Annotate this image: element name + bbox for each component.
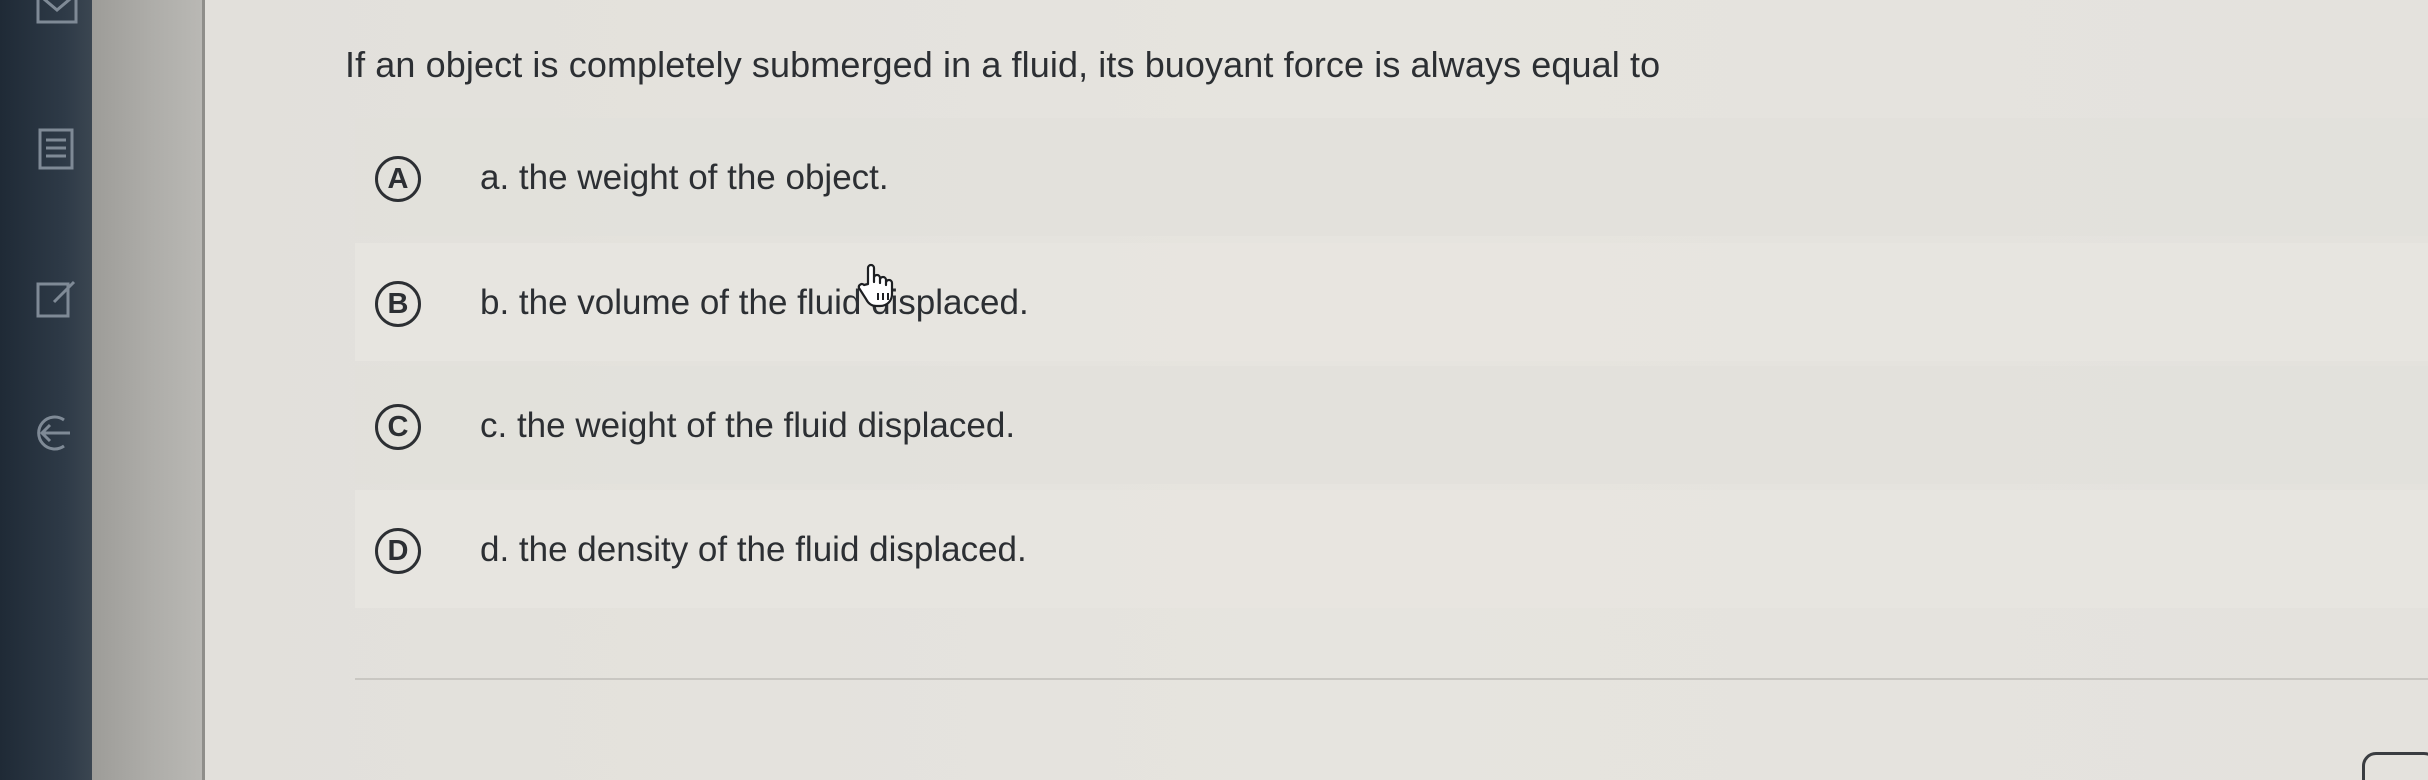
- exit-icon[interactable]: [34, 410, 80, 456]
- hand-cursor-icon: [857, 263, 894, 308]
- option-b-text: b. the volume of the fluid displaced.: [480, 283, 1029, 322]
- next-button[interactable]: [2362, 752, 2428, 780]
- option-a[interactable]: A a. the weight of the object.: [355, 118, 2428, 236]
- option-b-badge: B: [375, 281, 421, 327]
- option-c-badge: C: [375, 404, 421, 450]
- option-d[interactable]: D d. the density of the fluid displaced.: [355, 490, 2428, 608]
- document-list-icon[interactable]: [34, 126, 80, 172]
- option-c-text: c. the weight of the fluid displaced.: [480, 406, 1016, 445]
- option-a-text: a. the weight of the object.: [480, 158, 889, 197]
- option-c[interactable]: C c. the weight of the fluid displaced.: [355, 366, 2428, 484]
- option-d-badge: D: [375, 528, 421, 574]
- left-sidebar: [0, 0, 92, 780]
- mail-icon[interactable]: [34, 0, 80, 32]
- side-gutter: [92, 0, 205, 780]
- option-d-text: d. the density of the fluid displaced.: [480, 530, 1027, 569]
- option-b[interactable]: B b. the volume of the fluid displaced.: [355, 243, 2428, 361]
- divider: [355, 678, 2428, 680]
- question-text: If an object is completely submerged in …: [345, 44, 1661, 85]
- edit-icon[interactable]: [34, 276, 80, 322]
- option-a-badge: A: [375, 156, 421, 202]
- question-panel: If an object is completely submerged in …: [205, 0, 2428, 780]
